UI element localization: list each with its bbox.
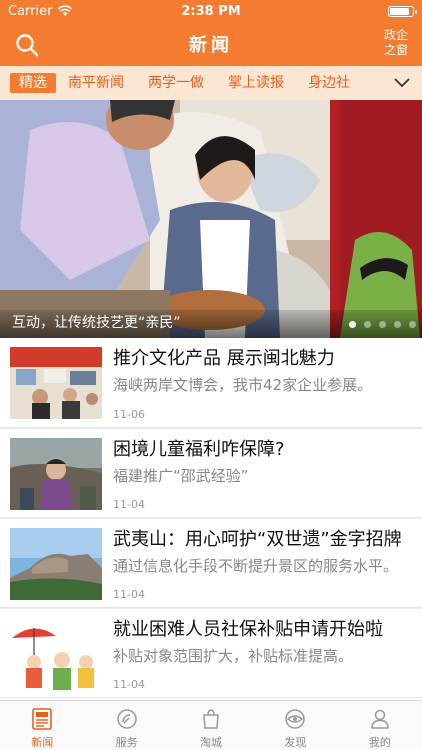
bottom-tab-bar: 新闻 服务 淘城 发现 我的	[0, 700, 422, 750]
tab-e-paper[interactable]: 掌上读报	[216, 73, 296, 93]
news-summary: 海峡两岸文博会，我市42家企业参展。	[113, 376, 373, 394]
discover-eye-icon	[285, 709, 306, 729]
news-thumbnail	[10, 347, 102, 419]
nav-bar: 新闻 政企之窗	[0, 22, 422, 66]
shopping-bag-icon	[203, 709, 219, 729]
service-icon	[116, 709, 137, 729]
category-tabs: 精选 南平新闻 两学一做 掌上读报 身边社	[0, 66, 422, 100]
tab-two-studies[interactable]: 两学一做	[136, 73, 216, 93]
carrier-label: Carrier	[8, 3, 53, 19]
tabbar-shop[interactable]: 淘城	[169, 701, 253, 750]
tabbar-label: 我的	[368, 736, 391, 749]
carousel-dot[interactable]	[409, 321, 416, 328]
news-summary: 福建推广“邵武经验”	[113, 467, 249, 485]
tabbar-label: 淘城	[200, 736, 223, 749]
news-summary: 通过信息化手段不断提升景区的服务水平。	[113, 557, 399, 575]
carrier-group: Carrier	[8, 4, 73, 19]
news-summary: 补贴对象范围扩大，补贴标准提高。	[113, 647, 354, 665]
battery-icon	[388, 5, 417, 17]
news-title: 推介文化产品 展示闽北魅力	[113, 348, 335, 369]
search-icon[interactable]	[14, 32, 40, 58]
tab-featured[interactable]: 精选	[10, 73, 56, 93]
news-title: 困境儿童福利咋保障?	[113, 439, 285, 460]
news-list: 推介文化产品 展示闽北魅力 海峡两岸文博会，我市42家企业参展。 11-06 困…	[0, 338, 422, 700]
hero-photo	[0, 100, 422, 338]
tabbar-news[interactable]: 新闻	[0, 701, 84, 750]
tabbar-label: 新闻	[31, 736, 54, 749]
tabbar-profile[interactable]: 我的	[338, 701, 422, 750]
tab-nanping-news[interactable]: 南平新闻	[56, 73, 136, 93]
news-thumbnail	[10, 438, 102, 510]
carousel-dot[interactable]	[394, 321, 401, 328]
gov-window-link[interactable]: 政企之窗	[382, 28, 410, 58]
carousel-dots	[349, 321, 416, 328]
news-item[interactable]: 就业困难人员社保补贴申请开始啦 补贴对象范围扩大，补贴标准提高。 11-04	[0, 608, 422, 698]
carousel-dot[interactable]	[379, 321, 386, 328]
news-item[interactable]: 武夷山：用心呵护“双世遗”金字招牌 通过信息化手段不断提升景区的服务水平。 11…	[0, 518, 422, 608]
news-date: 11-04	[113, 678, 145, 691]
tabbar-service[interactable]: 服务	[84, 701, 168, 750]
profile-icon	[371, 709, 389, 729]
news-title: 就业困难人员社保补贴申请开始啦	[113, 619, 383, 640]
news-icon	[32, 708, 53, 730]
news-date: 11-04	[113, 498, 145, 511]
carousel-dot[interactable]	[349, 321, 356, 328]
tabbar-label: 发现	[284, 736, 307, 749]
expand-tabs-button[interactable]	[382, 66, 422, 100]
hero-caption: 互动，让传统技艺更“亲民”	[12, 315, 181, 331]
hero-banner[interactable]: 互动，让传统技艺更“亲民”	[0, 100, 422, 338]
page-title: 新闻	[189, 35, 233, 56]
tabbar-discover[interactable]: 发现	[253, 701, 337, 750]
news-title: 武夷山：用心呵护“双世遗”金字招牌	[113, 529, 402, 550]
tabbar-label: 服务	[115, 736, 138, 749]
tab-nearby[interactable]: 身边社	[296, 73, 362, 93]
news-thumbnail	[10, 618, 102, 690]
app-screen: Carrier 2:38 PM 新闻 政企之窗 精选 南平新闻 两学一做 掌上读…	[0, 0, 422, 750]
wifi-icon	[58, 5, 73, 16]
chevron-down-icon	[394, 78, 410, 88]
news-item[interactable]: 推介文化产品 展示闽北魅力 海峡两岸文博会，我市42家企业参展。 11-06	[0, 338, 422, 428]
news-item[interactable]: 困境儿童福利咋保障? 福建推广“邵武经验” 11-04	[0, 428, 422, 518]
carousel-dot[interactable]	[364, 321, 371, 328]
news-date: 11-06	[113, 408, 145, 421]
news-thumbnail	[10, 528, 102, 600]
news-date: 11-04	[113, 588, 145, 601]
status-bar: Carrier 2:38 PM	[0, 0, 422, 22]
